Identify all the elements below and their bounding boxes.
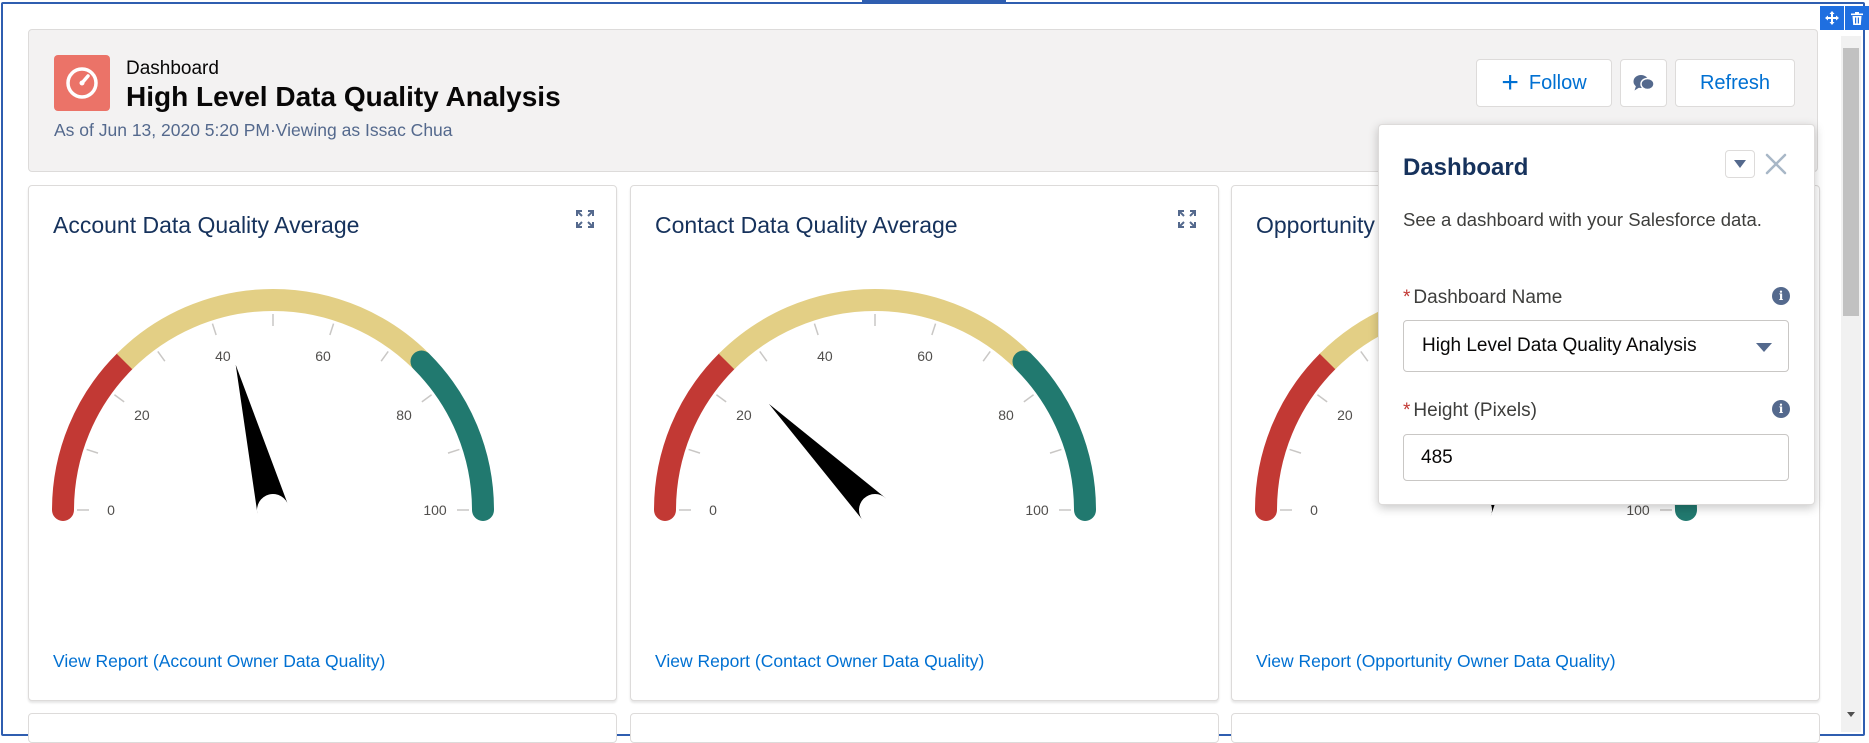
gauge-tick-label: 0 (1310, 502, 1318, 518)
gauge-tick-label: 40 (817, 348, 833, 364)
dashboard-eyebrow: Dashboard (126, 58, 219, 79)
gauge-tick-label: 80 (998, 407, 1014, 423)
move-icon[interactable] (1820, 6, 1844, 30)
height-input[interactable] (1403, 434, 1789, 481)
gauge-range-band (410, 350, 494, 521)
gauge-tick (447, 448, 460, 454)
widget-account-quality: Account Data Quality Average 0 20 40 60 80 10… (28, 185, 617, 701)
required-mark: * (1403, 287, 1411, 308)
comments-icon (1633, 75, 1655, 91)
gauge-tick-label: 80 (396, 407, 412, 423)
gauge-tick-label: 0 (107, 502, 115, 518)
gauge-tick-label: 60 (917, 348, 933, 364)
gauge-tick (421, 394, 433, 403)
gauge-tick (157, 350, 166, 362)
expand-icon[interactable] (1178, 210, 1196, 228)
gauge-tick-label: 100 (423, 502, 447, 518)
gauge-tick (759, 350, 768, 362)
info-icon[interactable]: i (1772, 287, 1790, 305)
required-mark: * (1403, 400, 1411, 421)
gauge-tick-label: 60 (315, 348, 331, 364)
scrollbar-thumb[interactable] (1843, 48, 1859, 316)
panel-title: Dashboard (1403, 154, 1529, 181)
close-icon[interactable] (1764, 152, 1788, 176)
gauge-tick-label: 0 (709, 502, 717, 518)
gauge-tick-label: 20 (736, 407, 752, 423)
follow-button[interactable]: + Follow (1476, 59, 1612, 107)
gauge-tick (688, 448, 701, 454)
refresh-button[interactable]: Refresh (1675, 59, 1795, 107)
dashboard-icon (54, 55, 110, 111)
page-title: High Level Data Quality Analysis (126, 81, 561, 112)
height-label-text: Height (Pixels) (1413, 400, 1537, 421)
view-report-link[interactable]: View Report (Account Owner Data Quality) (53, 651, 385, 672)
comments-button[interactable] (1620, 59, 1667, 107)
widget-title: Contact Data Quality Average (655, 212, 958, 238)
panel-description: See a dashboard with your Salesforce dat… (1403, 209, 1762, 230)
expand-icon[interactable] (576, 210, 594, 228)
dashboard-name-value: High Level Data Quality Analysis (1422, 335, 1697, 356)
panel-menu-button[interactable] (1725, 150, 1755, 178)
widget-title: Opportunity (1256, 212, 1375, 238)
gauge-tick-label: 40 (215, 348, 231, 364)
gauge-range-band (52, 350, 136, 521)
gauge-chart: 0 20 40 60 80 100 (654, 289, 1096, 522)
gauge-tick (211, 323, 217, 336)
widget-stub (28, 713, 617, 743)
gauge-tick (982, 350, 991, 362)
gauge-range-band (116, 289, 430, 370)
widget-stub (630, 713, 1219, 743)
dashboard-meta: As of Jun 13, 2020 5:20 PM·Viewing as Is… (54, 120, 453, 140)
gauge-tick (1360, 350, 1369, 362)
gauge-tick (1289, 448, 1302, 454)
gauge-range-band (718, 289, 1032, 370)
chevron-down-icon (1734, 160, 1746, 168)
dashboard-name-label-text: Dashboard Name (1413, 287, 1563, 308)
gauge-range-band (654, 350, 738, 521)
dashboard-name-select[interactable]: High Level Data Quality Analysis (1403, 320, 1789, 372)
gauge-tick (86, 448, 99, 454)
gauge-tick (1316, 394, 1328, 403)
gauge-tick (113, 394, 125, 403)
gauge-tick-label: 20 (1337, 407, 1353, 423)
scroll-down-arrow-icon[interactable] (1845, 708, 1857, 720)
widget-stub (1231, 713, 1820, 743)
follow-label: Follow (1528, 71, 1587, 94)
widget-contact-quality: Contact Data Quality Average 0 20 40 60 80 10… (630, 185, 1219, 701)
gauge-needle (768, 403, 887, 522)
view-report-link[interactable]: View Report (Opportunity Owner Data Qual… (1256, 651, 1616, 672)
view-report-link[interactable]: View Report (Contact Owner Data Quality) (655, 651, 984, 672)
gauge-range-band (1255, 350, 1339, 521)
dashboard-name-label: * Dashboard Name (1403, 287, 1562, 309)
height-label: * Height (Pixels) (1403, 400, 1537, 422)
frame-tab-indicator (862, 0, 1006, 4)
gauge-range-band (1012, 350, 1096, 521)
gauge-tick (931, 323, 937, 336)
gauge-chart: 0 20 40 60 80 100 (52, 289, 494, 521)
gauge-tick (813, 323, 819, 336)
gauge-tick-label: 100 (1025, 502, 1049, 518)
gauge-needle (235, 364, 289, 514)
dashboard-properties-panel: Dashboard See a dashboard with your Sale… (1378, 124, 1815, 505)
gauge-tick (1023, 394, 1035, 403)
chevron-down-icon (1756, 343, 1772, 352)
widget-title: Account Data Quality Average (53, 212, 360, 238)
gauge-tick (329, 323, 335, 336)
info-icon[interactable]: i (1772, 400, 1790, 418)
gauge-tick-label: 20 (134, 407, 150, 423)
plus-icon: + (1501, 66, 1519, 99)
gauge-tick (1049, 448, 1062, 454)
gauge-tick (715, 394, 727, 403)
delete-icon[interactable] (1845, 6, 1869, 30)
gauge-tick (380, 350, 389, 362)
